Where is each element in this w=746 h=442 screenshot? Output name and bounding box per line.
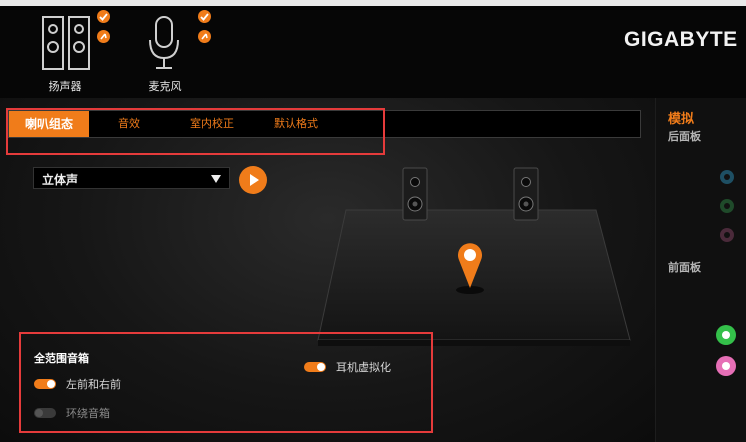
rear-jack-green-icon[interactable] bbox=[720, 199, 734, 213]
device-header: 扬声器 麦克风 GIGABYTE bbox=[0, 6, 746, 103]
tab-room-correction[interactable]: 室内校正 bbox=[177, 111, 247, 137]
surround-speakers-toggle[interactable] bbox=[34, 408, 56, 418]
device-microphone[interactable]: 麦克风 bbox=[120, 12, 210, 98]
headphone-virtualization-label: 耳机虚拟化 bbox=[336, 361, 391, 374]
microphone-check-icon bbox=[198, 10, 211, 23]
surround-speakers-label: 环绕音箱 bbox=[66, 407, 110, 420]
device-speaker[interactable]: 扬声器 bbox=[20, 12, 110, 98]
speaker-check-icon bbox=[97, 10, 110, 23]
headphone-virtualization-toggle[interactable] bbox=[304, 362, 326, 372]
main-panel: 喇叭组态 音效 室内校正 默认格式 立体声 全范围音箱 左前和右前 环绕音箱 耳… bbox=[0, 98, 655, 442]
device-microphone-label: 麦克风 bbox=[148, 80, 182, 93]
speaker-icon bbox=[42, 16, 90, 70]
rear-panel-label: 后面板 bbox=[668, 130, 701, 143]
speaker-status-icon bbox=[97, 30, 110, 43]
speaker-config-value: 立体声 bbox=[42, 173, 79, 187]
rear-jack-pink-icon[interactable] bbox=[720, 228, 734, 242]
jack-sidebar: 模拟 后面板 前面板 bbox=[655, 98, 746, 442]
tab-default-format[interactable]: 默认格式 bbox=[261, 111, 331, 137]
speaker-config-select[interactable]: 立体声 bbox=[33, 167, 230, 189]
front-panel-label: 前面板 bbox=[668, 261, 701, 274]
brand-logo: GIGABYTE bbox=[624, 28, 738, 51]
microphone-icon bbox=[149, 16, 179, 69]
device-speaker-label: 扬声器 bbox=[48, 80, 82, 93]
chevron-down-icon bbox=[211, 175, 221, 183]
front-left-speaker-icon[interactable] bbox=[402, 167, 428, 221]
front-right-speaker-icon[interactable] bbox=[513, 167, 539, 221]
microphone-status-icon bbox=[198, 30, 211, 43]
tab-effects[interactable]: 音效 bbox=[101, 111, 157, 137]
front-left-right-toggle[interactable] bbox=[34, 379, 56, 389]
full-range-speakers-title: 全范围音箱 bbox=[34, 352, 89, 365]
front-left-right-label: 左前和右前 bbox=[66, 378, 121, 391]
front-jack-green-icon[interactable] bbox=[716, 325, 736, 345]
tab-speaker-config[interactable]: 喇叭组态 bbox=[9, 111, 89, 137]
play-test-button[interactable] bbox=[239, 166, 267, 194]
room-floor-edge bbox=[318, 340, 630, 346]
front-jack-pink-icon[interactable] bbox=[716, 356, 736, 376]
rear-jack-blue-icon[interactable] bbox=[720, 170, 734, 184]
speaker-stage bbox=[317, 167, 631, 346]
analog-title: 模拟 bbox=[668, 112, 695, 127]
tab-bar: 喇叭组态 音效 室内校正 默认格式 bbox=[8, 110, 641, 138]
